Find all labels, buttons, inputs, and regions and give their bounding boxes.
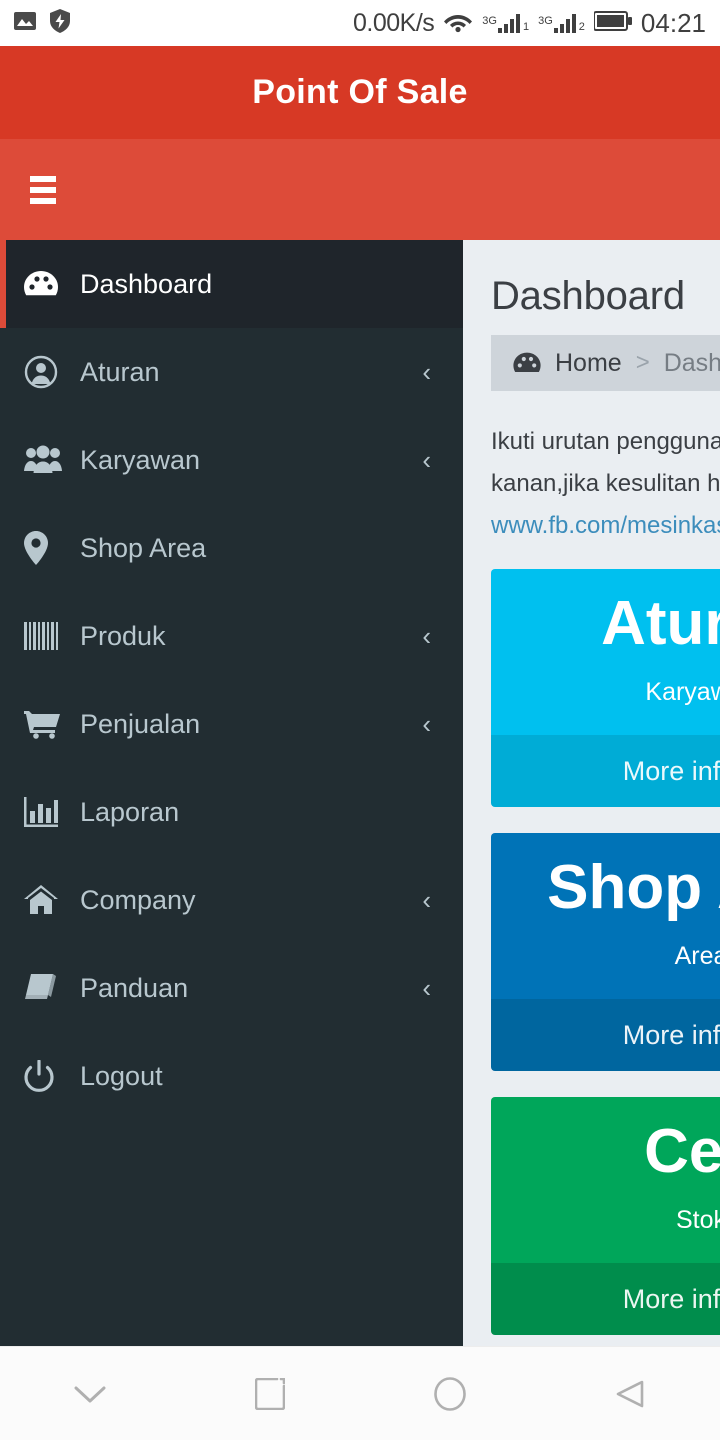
sim2-signal-icon: 3G 2 xyxy=(538,14,585,33)
map-pin-icon xyxy=(24,531,68,565)
battery-icon xyxy=(592,10,632,36)
card-footer-label: More info xyxy=(622,755,720,786)
card-title: Shop Area xyxy=(547,853,720,923)
facebook-link[interactable]: www.fb.com/mesinkasi xyxy=(491,505,720,547)
chevron-left-icon: ‹ xyxy=(422,885,431,915)
back-button[interactable] xyxy=(540,1378,720,1410)
chevron-left-icon: ‹ xyxy=(422,709,431,739)
sidebar-item-label: Karyawan xyxy=(80,444,201,475)
sidebar-item-label: Laporan xyxy=(80,796,180,827)
intro-line-2: kanan,jika kesulitan hu xyxy=(491,470,720,497)
sidebar-item-penjualan[interactable]: Penjualan ‹ xyxy=(0,680,463,768)
body-wrapper: Dashboard Aturan ‹ Karyawan ‹ Shop Area … xyxy=(0,240,720,1380)
photo-icon xyxy=(14,11,36,36)
card-subtitle: Karyawan xyxy=(645,678,720,707)
shield-bolt-icon xyxy=(50,8,70,38)
sidebar-item-label: Panduan xyxy=(80,972,189,1003)
hamburger-bar xyxy=(30,197,56,204)
sidebar-item-label: Dashboard xyxy=(80,268,213,299)
chevron-left-icon: ‹ xyxy=(422,973,431,1003)
card-cek-stok[interactable]: Cek Stok More info xyxy=(491,1097,720,1336)
clock: 04:21 xyxy=(640,7,706,38)
sidebar-item-label: Aturan xyxy=(80,356,160,387)
card-shop-area[interactable]: Shop Area Area More info xyxy=(491,833,720,1072)
card-more-info-link[interactable]: More info xyxy=(491,999,720,1072)
app-header: Point Of Sale xyxy=(0,46,720,139)
status-bar-right-icons: 0.00K/s 3G 1 3G 2 04:21 xyxy=(353,8,706,39)
sidebar-item-label: Produk xyxy=(80,620,166,651)
sidebar-item-company[interactable]: Company ‹ xyxy=(0,856,463,944)
card-footer-label: More info xyxy=(622,1283,720,1314)
book-icon xyxy=(24,973,68,1003)
chevron-left-icon: ‹ xyxy=(422,357,431,387)
android-navigation-bar xyxy=(0,1346,720,1440)
dashboard-icon xyxy=(513,351,541,375)
card-body: Cek Stok xyxy=(491,1097,720,1264)
triangle-left-icon xyxy=(615,1378,645,1410)
card-aturan[interactable]: Aturan Karyawan More info xyxy=(491,569,720,808)
home-icon xyxy=(24,885,68,915)
sidebar-item-label: Logout xyxy=(80,1060,163,1091)
sidebar: Dashboard Aturan ‹ Karyawan ‹ Shop Area … xyxy=(0,240,463,1380)
navbar xyxy=(0,139,720,240)
status-bar-left-icons xyxy=(14,8,70,38)
hamburger-menu-icon[interactable] xyxy=(30,175,56,204)
sim1-signal-icon: 3G 1 xyxy=(482,14,530,33)
dashboard-cards: Aturan Karyawan More info Shop Area Area… xyxy=(491,569,720,1336)
card-more-info-link[interactable]: More info xyxy=(491,1263,720,1336)
breadcrumb-home-link[interactable]: Home xyxy=(555,349,622,378)
chevron-left-icon: ‹ xyxy=(422,445,431,475)
breadcrumb: Home > Dashboard xyxy=(491,335,720,391)
sidebar-item-panduan[interactable]: Panduan ‹ xyxy=(0,944,463,1032)
card-subtitle: Area xyxy=(674,942,720,971)
sidebar-item-shop-area[interactable]: Shop Area xyxy=(0,504,463,592)
recents-button[interactable] xyxy=(180,1377,360,1410)
circle-icon xyxy=(434,1376,466,1411)
card-footer-label: More info xyxy=(622,1019,720,1050)
users-icon xyxy=(24,445,68,475)
hamburger-bar xyxy=(30,175,56,182)
network-speed: 0.00K/s xyxy=(353,8,435,37)
intro-paragraph: Ikuti urutan penggunaa kanan,jika kesuli… xyxy=(491,421,720,547)
page-title: Dashboard xyxy=(491,274,685,318)
card-body: Shop Area Area xyxy=(491,833,720,1000)
chevron-down-icon xyxy=(73,1382,107,1406)
sidebar-item-dashboard[interactable]: Dashboard xyxy=(0,240,463,328)
breadcrumb-separator: > xyxy=(635,349,650,376)
sidebar-item-karyawan[interactable]: Karyawan ‹ xyxy=(0,416,463,504)
intro-line-1: Ikuti urutan penggunaa xyxy=(491,428,720,455)
dashboard-icon xyxy=(24,269,68,299)
square-icon xyxy=(255,1377,285,1410)
sidebar-item-produk[interactable]: Produk ‹ xyxy=(0,592,463,680)
user-circle-icon xyxy=(24,355,68,389)
home-button[interactable] xyxy=(360,1376,540,1411)
sidebar-item-laporan[interactable]: Laporan xyxy=(0,768,463,856)
card-subtitle: Stok xyxy=(675,1206,720,1235)
status-bar: 0.00K/s 3G 1 3G 2 04:21 xyxy=(0,0,720,46)
sidebar-item-aturan[interactable]: Aturan ‹ xyxy=(0,328,463,416)
bar-chart-icon xyxy=(24,797,68,827)
barcode-icon xyxy=(24,622,68,650)
card-more-info-link[interactable]: More info xyxy=(491,735,720,808)
hamburger-bar xyxy=(30,186,56,193)
breadcrumb-current: Dashboard xyxy=(663,348,720,377)
sidebar-item-label: Penjualan xyxy=(80,708,201,739)
card-title: Cek xyxy=(644,1117,720,1187)
cart-icon xyxy=(24,709,68,739)
app-title: Point Of Sale xyxy=(252,73,468,111)
sidebar-item-label: Shop Area xyxy=(80,532,207,563)
card-body: Aturan Karyawan xyxy=(491,569,720,736)
chevron-left-icon: ‹ xyxy=(422,621,431,651)
wifi-icon xyxy=(443,9,473,38)
power-icon xyxy=(24,1060,68,1092)
main-content: Dashboard Home > Dashboard Ikuti urutan … xyxy=(463,240,720,1380)
hide-keyboard-button[interactable] xyxy=(0,1382,180,1406)
card-title: Aturan xyxy=(601,589,720,658)
sidebar-item-logout[interactable]: Logout xyxy=(0,1032,463,1120)
sidebar-item-label: Company xyxy=(80,884,196,915)
